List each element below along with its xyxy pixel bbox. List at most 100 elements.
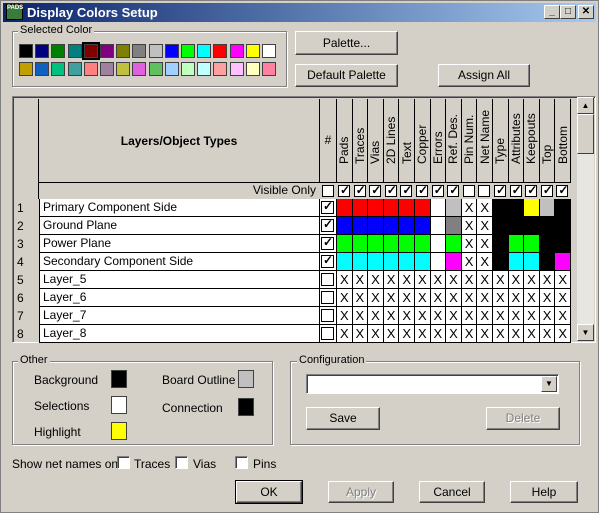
- color-cell[interactable]: X: [352, 307, 369, 325]
- layer-name[interactable]: Layer_6: [39, 289, 320, 307]
- color-cell[interactable]: X: [383, 325, 400, 343]
- color-cell[interactable]: [415, 253, 431, 271]
- color-cell[interactable]: [539, 235, 556, 253]
- color-cell[interactable]: [524, 217, 540, 235]
- color-cell[interactable]: X: [352, 325, 369, 343]
- color-cell[interactable]: [539, 253, 556, 271]
- visible-only-checkbox[interactable]: ✓: [369, 184, 381, 197]
- color-cell[interactable]: X: [383, 307, 400, 325]
- color-cell[interactable]: X: [368, 271, 384, 289]
- palette-swatch[interactable]: [35, 44, 50, 58]
- palette-swatch[interactable]: [116, 62, 131, 76]
- layer-visible-checkbox[interactable]: [321, 273, 334, 286]
- palette-swatch[interactable]: [262, 44, 276, 58]
- cancel-button[interactable]: Cancel: [419, 481, 485, 503]
- color-cell[interactable]: [508, 253, 525, 271]
- palette-swatch[interactable]: [19, 44, 33, 58]
- color-cell[interactable]: [415, 199, 431, 217]
- color-cell[interactable]: X: [493, 271, 509, 289]
- color-cell[interactable]: [446, 253, 462, 271]
- visible-only-checkbox[interactable]: ✓: [416, 184, 428, 197]
- layer-visible-checkbox[interactable]: ✓: [321, 254, 334, 268]
- palette-swatch[interactable]: [148, 44, 163, 58]
- color-cell[interactable]: X: [430, 271, 447, 289]
- color-cell[interactable]: X: [477, 199, 493, 217]
- palette-swatch[interactable]: [67, 44, 82, 58]
- color-cell[interactable]: [399, 217, 415, 235]
- color-cell[interactable]: X: [539, 289, 556, 307]
- color-cell[interactable]: [337, 199, 353, 217]
- color-cell[interactable]: [446, 235, 462, 253]
- visible-only-checkbox[interactable]: ✓: [353, 184, 366, 197]
- color-cell[interactable]: X: [461, 271, 478, 289]
- palette-swatch[interactable]: [213, 62, 228, 76]
- color-cell[interactable]: [368, 217, 384, 235]
- layer-visible-checkbox[interactable]: [321, 327, 334, 340]
- visible-only-checkbox[interactable]: ✓: [509, 184, 522, 197]
- palette-swatch[interactable]: [19, 62, 33, 76]
- color-cell[interactable]: X: [477, 217, 493, 235]
- color-cell[interactable]: [368, 235, 384, 253]
- palette-swatch[interactable]: [81, 42, 100, 60]
- selections-swatch[interactable]: [111, 396, 127, 414]
- color-cell[interactable]: [399, 235, 415, 253]
- color-cell[interactable]: X: [555, 289, 571, 307]
- color-cell[interactable]: X: [477, 325, 493, 343]
- palette-swatch[interactable]: [67, 62, 82, 76]
- layer-visible-checkbox[interactable]: [321, 309, 334, 322]
- color-cell[interactable]: [555, 235, 571, 253]
- color-cell[interactable]: [493, 253, 509, 271]
- color-cell[interactable]: [430, 253, 447, 271]
- color-cell[interactable]: X: [493, 325, 509, 343]
- palette-swatch[interactable]: [100, 62, 114, 76]
- save-button[interactable]: Save: [306, 407, 380, 430]
- color-cell[interactable]: [446, 199, 462, 217]
- palette-swatch[interactable]: [164, 44, 179, 58]
- color-cell[interactable]: X: [399, 271, 415, 289]
- color-cell[interactable]: X: [477, 271, 493, 289]
- color-cell[interactable]: X: [477, 289, 493, 307]
- color-cell[interactable]: X: [461, 235, 478, 253]
- color-cell[interactable]: [383, 253, 400, 271]
- color-cell[interactable]: X: [446, 307, 462, 325]
- maximize-icon[interactable]: □: [560, 5, 576, 19]
- scroll-thumb[interactable]: [577, 114, 594, 154]
- color-cell[interactable]: X: [477, 253, 493, 271]
- pins-checkbox[interactable]: [235, 456, 248, 469]
- color-cell[interactable]: [524, 253, 540, 271]
- layer-visible-cell[interactable]: ✓: [320, 217, 337, 235]
- layer-name[interactable]: Layer_5: [39, 271, 320, 289]
- color-cell[interactable]: [383, 217, 400, 235]
- layer-visible-checkbox[interactable]: ✓: [321, 236, 334, 250]
- color-cell[interactable]: X: [352, 271, 369, 289]
- color-cell[interactable]: [493, 199, 509, 217]
- default-palette-button[interactable]: Default Palette: [295, 64, 398, 87]
- visible-only-checkbox[interactable]: ✓: [540, 184, 553, 197]
- color-cell[interactable]: X: [555, 271, 571, 289]
- color-cell[interactable]: [493, 235, 509, 253]
- color-cell[interactable]: X: [508, 271, 525, 289]
- layer-visible-cell[interactable]: ✓: [320, 235, 337, 253]
- color-cell[interactable]: [430, 217, 447, 235]
- color-cell[interactable]: X: [368, 307, 384, 325]
- color-cell[interactable]: X: [508, 307, 525, 325]
- color-cell[interactable]: X: [477, 307, 493, 325]
- color-cell[interactable]: [524, 199, 540, 217]
- palette-swatch[interactable]: [245, 62, 260, 76]
- color-cell[interactable]: X: [430, 307, 447, 325]
- color-cell[interactable]: X: [524, 271, 540, 289]
- color-cell[interactable]: X: [352, 289, 369, 307]
- color-cell[interactable]: X: [446, 271, 462, 289]
- layer-name[interactable]: Ground Plane: [39, 217, 320, 235]
- color-cell[interactable]: [368, 199, 384, 217]
- layer-visible-cell[interactable]: ✓: [320, 253, 337, 271]
- color-cell[interactable]: [399, 253, 415, 271]
- color-cell[interactable]: [415, 217, 431, 235]
- color-cell[interactable]: X: [493, 289, 509, 307]
- delete-button[interactable]: Delete: [486, 407, 560, 430]
- visible-only-checkbox[interactable]: [322, 185, 334, 197]
- color-cell[interactable]: X: [430, 289, 447, 307]
- layer-visible-cell[interactable]: ✓: [320, 199, 337, 217]
- color-cell[interactable]: [399, 199, 415, 217]
- color-cell[interactable]: X: [415, 289, 431, 307]
